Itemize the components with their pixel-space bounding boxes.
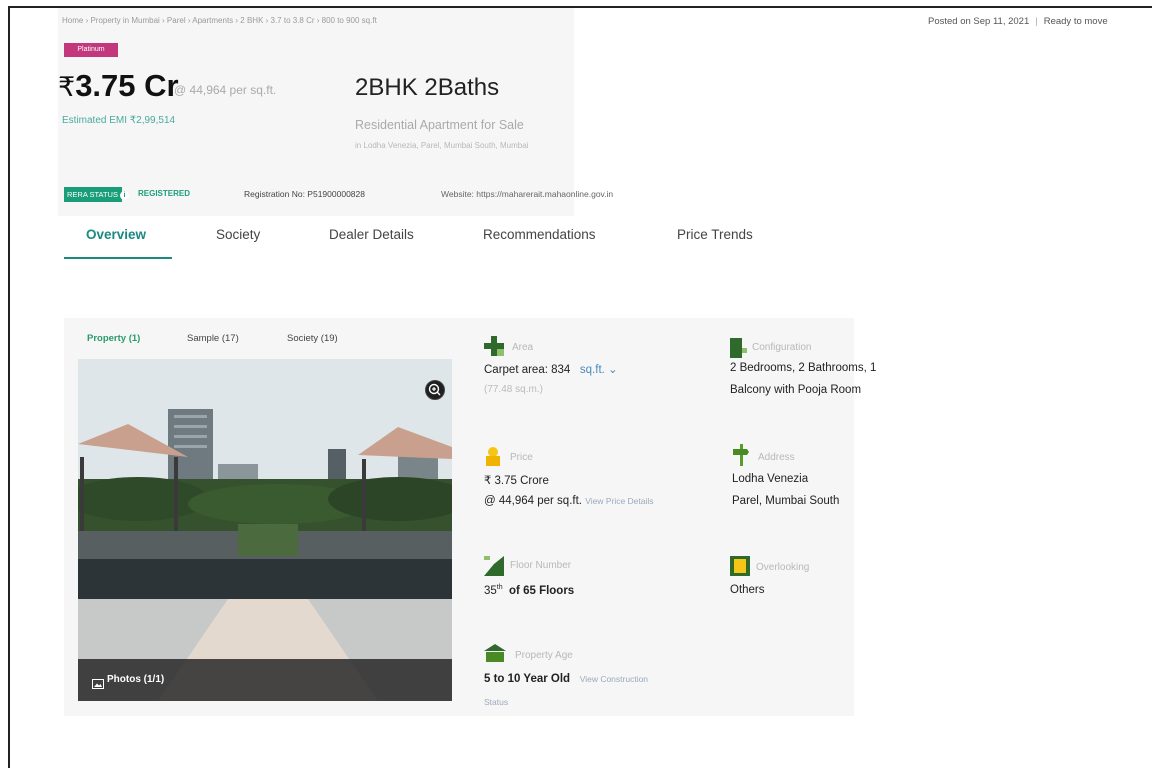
tab-society[interactable]: Society (216, 227, 260, 242)
floor-number: 35 (484, 584, 497, 597)
possession-status: Ready to move (1043, 16, 1108, 27)
total-floors: of 65 Floors (509, 584, 575, 597)
tab-dealer-details[interactable]: Dealer Details (329, 227, 414, 242)
price-per-sqft: @ 44,964 per sq.ft. (174, 83, 277, 97)
area-icon (484, 336, 504, 361)
overlooking-value: Others (730, 584, 765, 596)
listing-title: 2BHK 2Baths (355, 74, 500, 101)
price-per-sqft-detail: @ 44,964 per sq.ft. (484, 495, 582, 507)
floor-label: Floor Number (510, 560, 572, 571)
posted-date: Posted on Sep 11, 2021 (928, 16, 1030, 27)
platinum-badge: Platinum (64, 43, 118, 57)
property-age-icon (484, 644, 506, 667)
price-line-2: @ 44,964 per sq.ft. View Price Details (484, 495, 654, 507)
price-amount: 3.75 Cr (75, 68, 179, 103)
property-age-value: 5 to 10 Year Old View Construction (484, 673, 648, 685)
configuration-line-2: Balcony with Pooja Room (730, 384, 862, 396)
age-range: 5 to 10 Year Old (484, 673, 571, 685)
zoom-icon[interactable] (425, 380, 445, 400)
price-icon (484, 446, 502, 471)
carpet-area-text: Carpet area: 834 (484, 364, 571, 376)
price-headline: ₹3.75 Cr (58, 68, 179, 104)
view-construction-link[interactable]: View Construction (580, 674, 648, 684)
emi-link[interactable]: Estimated EMI ₹2,99,514 (62, 115, 175, 126)
active-tab-indicator (64, 257, 172, 259)
rera-status-badge[interactable]: RERA STATUS i (64, 187, 129, 202)
rera-website[interactable]: Website: https://maharerait.mahaonline.g… (441, 189, 613, 199)
area-value: Carpet area: 834 sq.ft. ⌄ (484, 362, 618, 376)
listing-locality[interactable]: in Lodha Venezia, Parel, Mumbai South, M… (355, 141, 528, 150)
zoom-icon-glyph (428, 383, 441, 396)
gallery-tab-society[interactable]: Society (19) (287, 333, 338, 344)
gallery-tab-sample[interactable]: Sample (17) (187, 333, 239, 344)
header-scan-bg (58, 8, 574, 216)
tab-recommendations[interactable]: Recommendations (483, 227, 596, 242)
floor-icon (484, 556, 504, 581)
rera-registration-no: Registration No: P51900000828 (244, 189, 365, 199)
address-icon (733, 444, 749, 471)
rera-status-label: RERA STATUS (67, 190, 118, 199)
view-price-details-link[interactable]: View Price Details (585, 496, 653, 506)
photos-count-button[interactable]: Photos (1/1) (107, 674, 164, 685)
tab-overview[interactable]: Overview (86, 227, 146, 242)
breadcrumb[interactable]: Home › Property in Mumbai › Parel › Apar… (62, 16, 377, 25)
floor-ordinal: th (496, 584, 503, 591)
address-label: Address (758, 452, 795, 463)
configuration-line-1: 2 Bedrooms, 2 Bathrooms, 1 (730, 362, 877, 374)
view-construction-status-link[interactable]: Status (484, 697, 508, 707)
configuration-icon (730, 336, 748, 363)
area-label: Area (512, 342, 534, 353)
info-icon[interactable]: i (119, 191, 129, 200)
unit-selector[interactable]: sq.ft. ⌄ (580, 364, 618, 376)
rupee-symbol: ₹ (58, 72, 76, 102)
price-line-1: ₹ 3.75 Crore (484, 475, 549, 487)
floor-value: 35th of 65 Floors (484, 584, 574, 597)
overlooking-icon (730, 556, 750, 581)
photos-icon (92, 676, 104, 694)
property-photo-image (78, 359, 452, 701)
chevron-down-icon: ⌄ (608, 364, 618, 376)
listing-subtitle: Residential Apartment for Sale (355, 118, 524, 132)
overlooking-label: Overlooking (756, 562, 810, 573)
configuration-label: Configuration (752, 342, 812, 353)
tab-price-trends[interactable]: Price Trends (677, 227, 753, 242)
property-age-label: Property Age (515, 650, 573, 661)
gallery-tab-property[interactable]: Property (1) (87, 333, 140, 344)
property-photo[interactable] (78, 359, 452, 701)
posted-info: Posted on Sep 11, 2021 | Ready to move (928, 16, 1108, 27)
area-sqm: (77.48 sq.m.) (484, 384, 543, 395)
address-line-1: Lodha Venezia (732, 473, 809, 485)
price-label: Price (510, 452, 533, 463)
address-line-2: Parel, Mumbai South (732, 495, 840, 507)
unit-selector-label: sq.ft. (579, 364, 605, 376)
rera-registered: REGISTERED (138, 189, 191, 198)
